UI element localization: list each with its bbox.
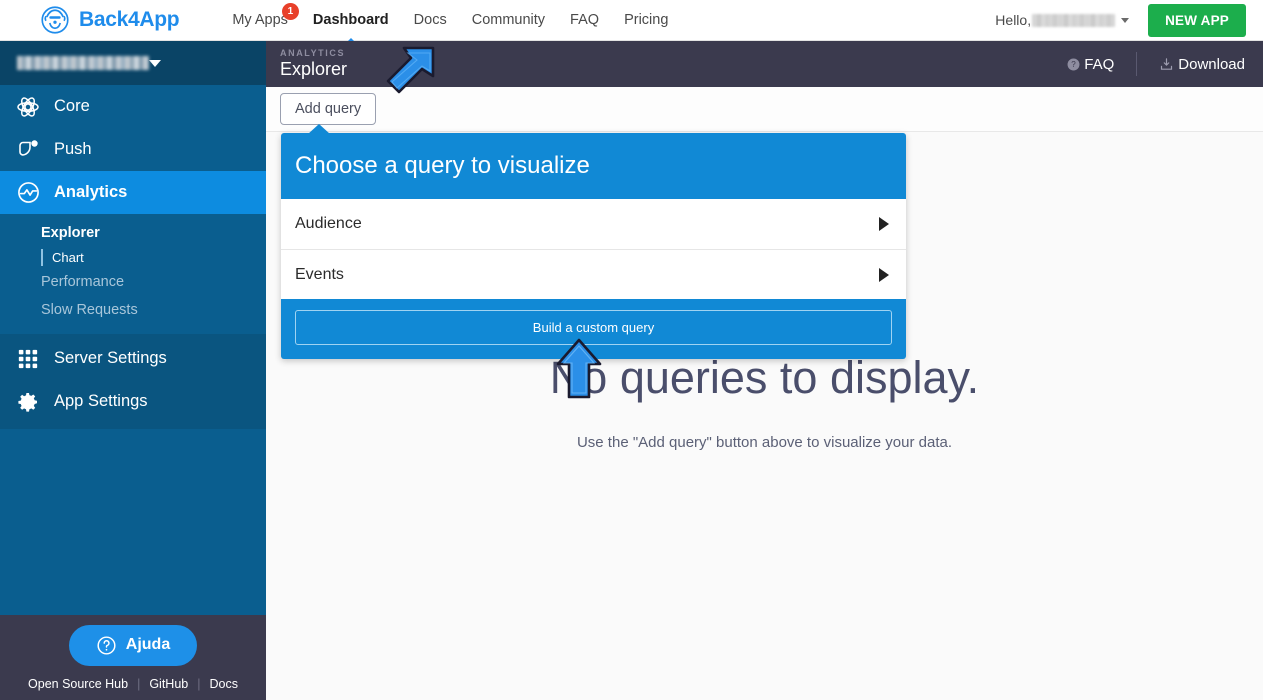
analytics-subnav: Explorer Chart Performance Slow Requests	[0, 214, 266, 334]
explorer-toolbar: Add query	[266, 87, 1263, 132]
download-button-label: Download	[1178, 55, 1245, 73]
query-option-audience-label: Audience	[295, 215, 362, 232]
section-kicker: ANALYTICS	[280, 48, 346, 58]
section-header-titles: ANALYTICS Explorer	[280, 48, 347, 80]
sidebar-item-server-settings-label: Server Settings	[54, 349, 167, 367]
footer-link-docs[interactable]: Docs	[209, 677, 237, 691]
gear-icon	[15, 389, 41, 415]
top-navigation-bar: Back4App My Apps 1 Dashboard Docs Commun…	[0, 0, 1263, 41]
nav-links: My Apps 1 Dashboard Docs Community FAQ P…	[232, 0, 693, 41]
nav-link-faq[interactable]: FAQ	[570, 12, 599, 28]
page-title: Explorer	[280, 59, 348, 79]
hello-label: Hello,	[995, 12, 1032, 28]
nav-link-pricing[interactable]: Pricing	[624, 12, 668, 28]
section-header-actions: ? FAQ Download	[1067, 52, 1245, 76]
empty-state-subtitle: Use the "Add query" button above to visu…	[576, 434, 953, 451]
download-icon	[1159, 57, 1174, 72]
query-option-events[interactable]: Events	[281, 249, 906, 299]
sidebar-footer-links: Open Source Hub | GitHub | Docs	[28, 677, 238, 691]
nav-link-community[interactable]: Community	[472, 12, 545, 28]
section-header: ANALYTICS Explorer ? FAQ Download	[266, 41, 1263, 87]
nav-link-docs[interactable]: Docs	[414, 12, 447, 28]
panel-title: Choose a query to visualize	[295, 152, 590, 179]
analytics-wave-icon	[15, 180, 41, 206]
download-button[interactable]: Download	[1159, 56, 1245, 73]
sidebar-subitem-slow-requests[interactable]: Slow Requests	[0, 296, 266, 324]
sidebar-item-app-settings-label: App Settings	[54, 392, 148, 410]
footer-link-open-source-hub[interactable]: Open Source Hub	[28, 677, 128, 691]
faq-button-label: FAQ	[1084, 55, 1115, 73]
sidebar-footer: Ajuda Open Source Hub | GitHub | Docs	[0, 615, 266, 700]
sidebar-item-server-settings[interactable]: Server Settings	[0, 337, 266, 380]
footer-separator: |	[137, 676, 141, 691]
sidebar-subitem-explorer[interactable]: Explorer	[0, 219, 266, 247]
sidebar-item-analytics-label: Analytics	[54, 183, 128, 201]
push-bell-icon	[15, 137, 41, 163]
sidebar: Core Push Analytics Explorer Chart Perfo…	[0, 41, 266, 700]
app-selector[interactable]	[0, 41, 266, 85]
faq-button[interactable]: ? FAQ	[1067, 56, 1114, 73]
empty-state-title: No queries to display.	[549, 352, 980, 403]
my-apps-badge: 1	[281, 3, 299, 20]
query-option-events-label: Events	[295, 265, 344, 283]
atom-icon	[15, 94, 41, 120]
help-button-label: Ajuda	[125, 636, 171, 653]
sidebar-item-analytics[interactable]: Analytics	[0, 171, 266, 214]
sidebar-item-push[interactable]: Push	[0, 128, 266, 171]
panel-pointer-nub	[308, 124, 330, 134]
sidebar-item-core-label: Core	[54, 97, 90, 115]
nav-link-my-apps[interactable]: My Apps 1	[232, 3, 299, 28]
sidebar-item-core[interactable]: Core	[0, 85, 266, 128]
brand-name: Back4App	[79, 8, 180, 31]
top-nav-right-section: Hello, NEW APP	[995, 3, 1246, 37]
sidebar-item-push-label: Push	[54, 140, 92, 158]
sidebar-subitem-performance[interactable]: Performance	[0, 268, 266, 296]
sidebar-settings-group: Server Settings App Settings	[0, 334, 266, 429]
sidebar-item-app-settings[interactable]: App Settings	[0, 380, 266, 423]
question-circle-icon	[96, 635, 117, 656]
svg-text:?: ?	[1072, 60, 1077, 69]
grid-icon	[15, 346, 41, 372]
chevron-right-icon	[879, 217, 889, 231]
username-redacted	[1032, 14, 1116, 27]
nav-link-dashboard[interactable]: Dashboard	[313, 12, 389, 28]
chevron-down-icon	[149, 59, 161, 67]
nav-link-my-apps-label: My Apps	[232, 12, 288, 28]
chevron-down-icon	[1121, 17, 1130, 23]
build-custom-query-button[interactable]: Build a custom query	[295, 310, 892, 345]
footer-separator: |	[197, 676, 201, 691]
question-circle-icon: ?	[1067, 58, 1080, 71]
brand-logo-link[interactable]: Back4App	[40, 5, 180, 35]
header-divider	[1136, 52, 1138, 76]
help-button[interactable]: Ajuda	[68, 624, 198, 666]
add-query-button[interactable]: Add query	[280, 93, 377, 125]
query-option-audience[interactable]: Audience	[281, 199, 906, 249]
sidebar-subitem-chart[interactable]: Chart	[0, 247, 266, 268]
user-menu[interactable]: Hello,	[995, 12, 1130, 28]
back4app-logo-icon	[40, 5, 70, 35]
choose-query-panel: Choose a query to visualize Audience Eve…	[281, 124, 906, 359]
panel-footer: Build a custom query	[281, 299, 906, 359]
new-app-button[interactable]: NEW APP	[1148, 3, 1246, 37]
footer-link-github[interactable]: GitHub	[149, 677, 188, 691]
chevron-right-icon	[879, 267, 889, 282]
app-name-redacted	[17, 56, 149, 70]
